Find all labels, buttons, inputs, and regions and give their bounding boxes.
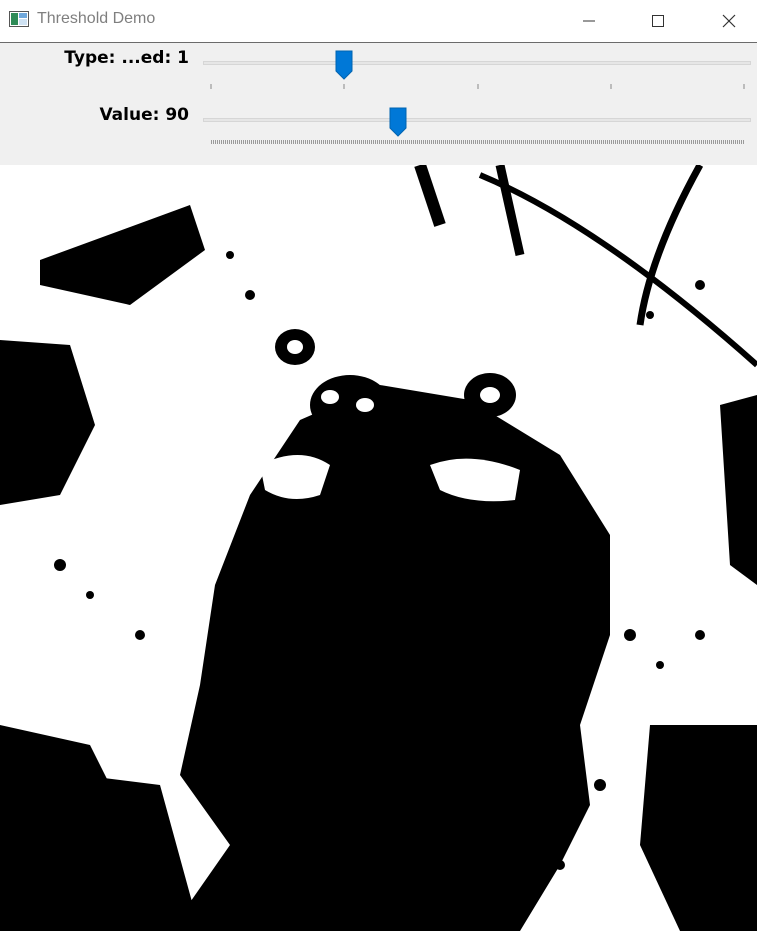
type-trackbar-track[interactable]	[203, 61, 751, 65]
trackbar-panel: Type: ...ed: 1 Value: 90	[0, 43, 757, 165]
title-bar[interactable]: Threshold Demo	[0, 0, 757, 43]
value-trackbar-ticks	[211, 140, 744, 144]
maximize-button[interactable]	[635, 0, 681, 42]
value-trackbar-label: Value: 90	[99, 105, 189, 125]
type-trackbar-label: Type: ...ed: 1	[64, 48, 189, 68]
value-trackbar-thumb[interactable]	[389, 107, 407, 137]
value-trackbar-track[interactable]	[203, 118, 751, 122]
app-icon	[9, 11, 29, 27]
window-title: Threshold Demo	[37, 10, 156, 27]
app-window: Threshold Demo Type: ...ed: 1 Value: 90	[0, 0, 757, 931]
minimize-button[interactable]	[566, 0, 612, 42]
thresholded-image	[0, 165, 757, 931]
close-icon	[722, 14, 736, 28]
minimize-icon	[583, 20, 595, 22]
maximize-icon	[652, 15, 664, 27]
type-trackbar-thumb[interactable]	[335, 50, 353, 80]
type-trackbar-ticks	[210, 84, 745, 89]
close-button[interactable]	[706, 0, 752, 42]
